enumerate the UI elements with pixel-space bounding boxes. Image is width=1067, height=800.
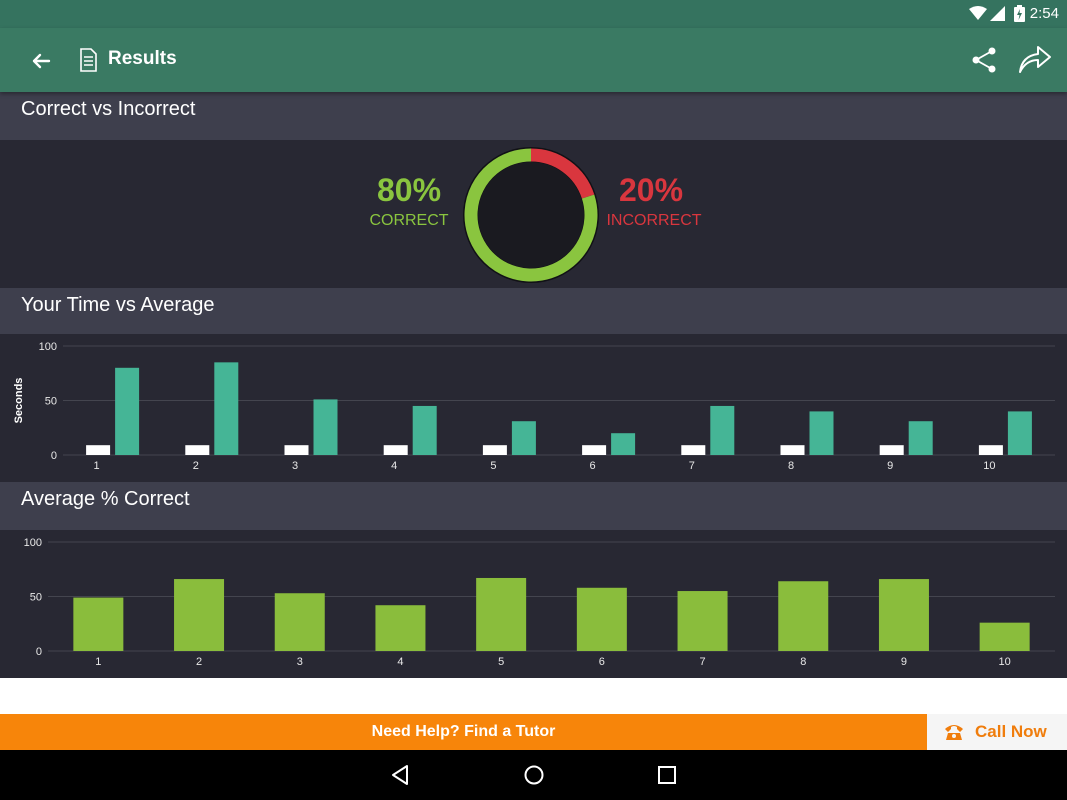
back-nav-icon[interactable] (388, 763, 412, 787)
bar (809, 411, 834, 455)
bar (710, 405, 735, 455)
wifi-icon (969, 6, 987, 20)
x-tick-label: 1 (94, 460, 100, 472)
status-time: 2:54 (1029, 5, 1059, 22)
x-tick-label: 3 (297, 656, 303, 668)
x-tick-label: 2 (196, 656, 202, 668)
page-title: Results (108, 48, 177, 69)
x-tick-label: 9 (887, 460, 893, 472)
x-tick-label: 4 (391, 460, 397, 472)
home-nav-icon[interactable] (522, 763, 546, 787)
x-tick-label: 5 (490, 460, 496, 472)
call-now-button[interactable]: Call Now (927, 714, 1067, 750)
bar (681, 445, 706, 455)
incorrect-label: INCORRECT (606, 212, 702, 229)
x-tick-label: 6 (599, 656, 605, 668)
section-header-avg: Average % Correct (0, 482, 1067, 530)
bar (284, 445, 309, 455)
signal-icon (990, 6, 1005, 21)
x-tick-label: 5 (498, 656, 504, 668)
bar (878, 579, 929, 651)
bar (611, 433, 636, 455)
recents-nav-icon[interactable] (655, 763, 679, 787)
x-tick-label: 1 (95, 656, 101, 668)
bar (582, 445, 607, 455)
battery-charging-icon (1014, 5, 1025, 22)
bar (978, 445, 1003, 455)
correct-label: CORRECT (369, 212, 449, 229)
y-tick-label: 100 (24, 537, 42, 549)
donut-chart (463, 147, 599, 283)
bar (274, 593, 325, 651)
forward-icon[interactable] (1016, 42, 1052, 78)
bar (383, 445, 408, 455)
section-title: Average % Correct (21, 488, 190, 510)
avg-chart-panel: 100 50 0 1 2 3 4 5 6 7 8 9 10 (0, 530, 1067, 678)
bar (879, 445, 904, 455)
x-tick-label: 8 (800, 656, 806, 668)
time-chart-panel: 100 50 0 Seconds 1 2 3 4 5 6 7 8 9 10 (0, 334, 1067, 482)
bar (778, 581, 829, 651)
y-tick-label: 100 (39, 341, 57, 353)
app-bar: Results (0, 28, 1067, 92)
bar (313, 399, 338, 455)
bar (174, 579, 225, 651)
section-header-correct: Correct vs Incorrect (0, 92, 1067, 140)
bar (86, 445, 111, 455)
y-tick-label: 50 (45, 396, 57, 408)
bar (908, 421, 933, 455)
x-tick-label: 10 (999, 656, 1011, 668)
spacer (0, 678, 1067, 714)
bar (1007, 411, 1032, 455)
x-tick-label: 9 (901, 656, 907, 668)
back-arrow-icon[interactable] (26, 46, 56, 76)
average-correct-chart: 100 50 0 1 2 3 4 5 6 7 8 9 10 (24, 537, 1055, 668)
y-axis-label: Seconds (13, 378, 25, 424)
status-bar: 2:54 (0, 0, 1067, 28)
bar (115, 367, 140, 455)
x-tick-label: 6 (590, 460, 596, 472)
navigation-bar (0, 750, 1067, 800)
y-tick-label: 0 (36, 646, 42, 658)
find-tutor-button[interactable]: Need Help? Find a Tutor (0, 714, 927, 750)
x-tick-label: 7 (699, 656, 705, 668)
document-icon (80, 48, 97, 72)
correct-vs-incorrect-panel: 80% CORRECT 20% INCORRECT (0, 140, 1067, 288)
results-content[interactable]: Correct vs Incorrect 80% CORRECT 20% INC… (0, 92, 1067, 678)
bar (780, 445, 805, 455)
share-icon[interactable] (968, 44, 1000, 76)
x-tick-label: 7 (689, 460, 695, 472)
bar (677, 591, 728, 651)
x-tick-label: 8 (788, 460, 794, 472)
bar (214, 362, 239, 455)
bar (375, 605, 426, 651)
section-title: Correct vs Incorrect (21, 98, 196, 120)
y-tick-label: 0 (51, 450, 57, 462)
bar (412, 405, 437, 455)
time-vs-average-chart: 100 50 0 Seconds 1 2 3 4 5 6 7 8 9 10 (13, 341, 1055, 472)
bar (73, 597, 124, 651)
x-tick-label: 10 (983, 460, 995, 472)
bar (185, 445, 210, 455)
bar (476, 577, 527, 651)
call-now-label: Call Now (975, 722, 1047, 741)
bar (576, 587, 627, 651)
incorrect-percent: 20% (618, 172, 684, 208)
section-header-time: Your Time vs Average (0, 288, 1067, 336)
bar (482, 445, 507, 455)
correct-percent: 80% (376, 172, 442, 208)
x-tick-label: 4 (397, 656, 403, 668)
y-tick-label: 50 (30, 592, 42, 604)
phone-icon (945, 725, 963, 740)
x-tick-label: 3 (292, 460, 298, 472)
section-title: Your Time vs Average (21, 294, 215, 316)
bar (511, 421, 536, 455)
x-tick-label: 2 (193, 460, 199, 472)
bar (979, 622, 1030, 651)
